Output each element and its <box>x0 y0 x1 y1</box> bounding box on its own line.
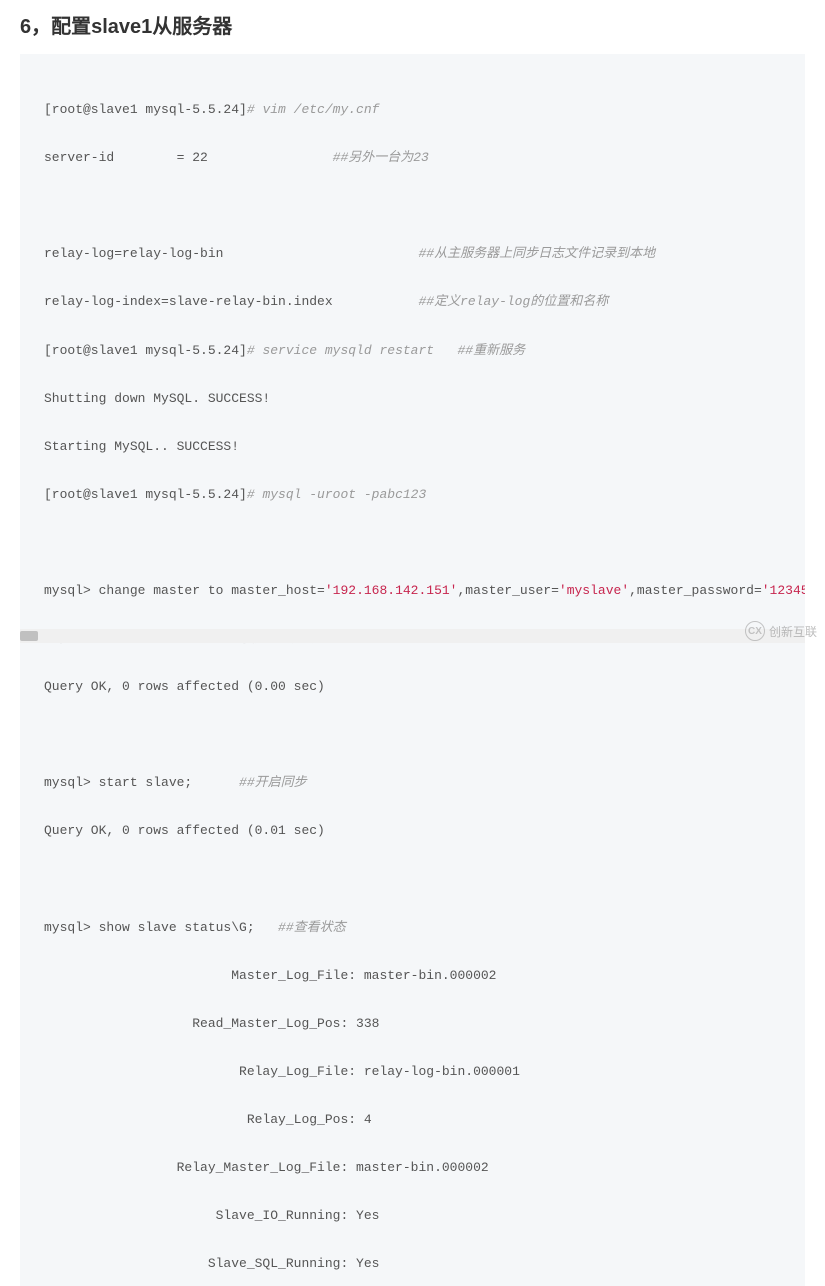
shell-command: # vim /etc/my.cnf <box>247 102 380 117</box>
output-line: Relay_Master_Log_File: master-bin.000002 <box>44 1156 781 1180</box>
output-line: Slave_IO_Running: Yes <box>44 1204 781 1228</box>
watermark: CX 创新互联 <box>745 621 817 641</box>
code-comment: ##定义relay-log的位置和名称 <box>418 294 608 309</box>
watermark-logo-icon: CX <box>745 621 765 641</box>
shell-command: # mysql -uroot -pabc123 <box>247 487 426 502</box>
code-block: [root@slave1 mysql-5.5.24]# vim /etc/my.… <box>20 54 805 1286</box>
mysql-command: ,master_user= <box>457 583 558 598</box>
mysql-command: ,master_password= <box>629 583 762 598</box>
code-comment: ##查看状态 <box>278 920 346 935</box>
output-line: Relay_Log_Pos: 4 <box>44 1108 781 1132</box>
horizontal-scrollbar[interactable] <box>20 629 805 643</box>
string-literal: 'myslave' <box>559 583 629 598</box>
mysql-command: mysql> start slave; <box>44 775 239 790</box>
config-line: relay-log=relay-log-bin <box>44 246 418 261</box>
string-literal: '123456 <box>762 583 805 598</box>
shell-prompt: [root@slave1 mysql-5.5.24] <box>44 487 247 502</box>
output-line: Query OK, 0 rows affected (0.01 sec) <box>44 819 781 843</box>
output-line: Starting MySQL.. SUCCESS! <box>44 435 781 459</box>
shell-prompt: [root@slave1 mysql-5.5.24] <box>44 343 247 358</box>
string-literal: '192.168.142.151' <box>325 583 458 598</box>
code-comment: ##开启同步 <box>239 775 307 790</box>
mysql-command: mysql> change master to master_host= <box>44 583 325 598</box>
output-line: Relay_Log_File: relay-log-bin.000001 <box>44 1060 781 1084</box>
output-line: Query OK, 0 rows affected (0.00 sec) <box>44 675 781 699</box>
output-line: Slave_SQL_Running: Yes <box>44 1252 781 1276</box>
watermark-text: 创新互联 <box>769 623 817 640</box>
code-comment: ##重新服务 <box>457 343 525 358</box>
shell-prompt: [root@slave1 mysql-5.5.24] <box>44 102 247 117</box>
mysql-command: mysql> show slave status\G; <box>44 920 278 935</box>
output-line: Master_Log_File: master-bin.000002 <box>44 964 781 988</box>
scrollbar-thumb[interactable] <box>20 631 38 641</box>
config-line: relay-log-index=slave-relay-bin.index <box>44 294 418 309</box>
section-heading: 6，配置slave1从服务器 <box>0 0 825 54</box>
code-comment: ##从主服务器上同步日志文件记录到本地 <box>418 246 655 261</box>
code-comment: ##另外一台为23 <box>333 150 429 165</box>
config-line: server-id = 22 <box>44 150 333 165</box>
shell-command: # service mysqld restart <box>247 343 458 358</box>
output-line: Shutting down MySQL. SUCCESS! <box>44 387 781 411</box>
output-line: Read_Master_Log_Pos: 338 <box>44 1012 781 1036</box>
